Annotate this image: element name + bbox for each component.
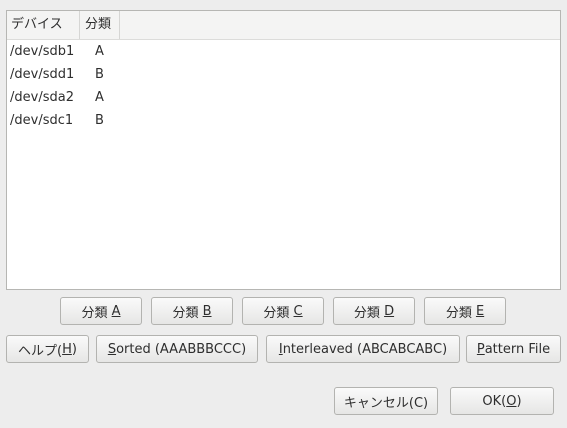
class-e-mnemonic: E (475, 303, 485, 319)
ok-mnemonic: O (506, 393, 517, 409)
row-class: B (95, 113, 104, 128)
row-device: /dev/sda2 (10, 90, 74, 105)
class-b-button[interactable]: 分類 B (151, 297, 233, 325)
row-device: /dev/sdb1 (10, 44, 75, 59)
header-filler (120, 11, 560, 39)
cancel-label: キャンセル(C) (343, 395, 429, 411)
class-c-label: 分類 (263, 305, 294, 321)
row-class: A (95, 44, 104, 59)
class-a-button[interactable]: 分類 A (60, 297, 142, 325)
pattern-file-button[interactable]: Pattern File (466, 335, 561, 363)
class-b-label: 分類 (172, 305, 203, 321)
column-header-class[interactable]: 分類 (80, 11, 120, 39)
device-list[interactable]: デバイス 分類 /dev/sdb1 A /dev/sdd1 B /dev/sda… (6, 10, 561, 290)
ok-post: ) (516, 393, 522, 409)
help-mnemonic: H (62, 341, 72, 357)
row-device: /dev/sdc1 (10, 113, 74, 128)
class-d-mnemonic: D (384, 303, 395, 319)
class-d-label: 分類 (353, 305, 385, 321)
list-row[interactable]: /dev/sda2 A (7, 86, 560, 109)
column-header-device[interactable]: デバイス (7, 11, 80, 39)
class-d-button[interactable]: 分類 D (333, 297, 415, 325)
class-b-mnemonic: B (202, 303, 212, 319)
list-rows: /dev/sdb1 A /dev/sdd1 B /dev/sda2 A /dev… (7, 40, 560, 132)
class-a-label: 分類 (81, 305, 112, 321)
interleaved-button[interactable]: Interleaved (ABCABCABC) (266, 335, 460, 363)
row-device: /dev/sdd1 (10, 67, 75, 82)
cancel-button[interactable]: キャンセル(C) (334, 387, 438, 415)
list-row[interactable]: /dev/sdd1 B (7, 63, 560, 86)
help-button[interactable]: ヘルプ(H) (6, 335, 89, 363)
pattern-mnemonic: P (476, 341, 485, 357)
sorted-button[interactable]: Sorted (AAABBBCCC) (96, 335, 258, 363)
class-a-mnemonic: A (111, 303, 121, 319)
ok-pre: OK( (482, 393, 507, 409)
interleaved-post: nterleaved (ABCABCABC) (282, 341, 448, 357)
class-c-mnemonic: C (293, 303, 303, 319)
class-e-label: 分類 (445, 305, 476, 321)
ok-button[interactable]: OK(O) (450, 387, 554, 415)
row-class: B (95, 67, 104, 82)
help-post: ) (71, 341, 77, 357)
row-class: A (95, 90, 104, 105)
class-c-button[interactable]: 分類 C (242, 297, 324, 325)
list-header: デバイス 分類 (7, 11, 560, 40)
list-row[interactable]: /dev/sdc1 B (7, 109, 560, 132)
class-e-button[interactable]: 分類 E (424, 297, 506, 325)
sorted-mnemonic: S (107, 341, 117, 357)
pattern-post: attern File (484, 341, 551, 357)
sorted-post: orted (AAABBBCCC) (116, 341, 247, 357)
help-pre: ヘルプ( (18, 343, 63, 359)
list-row[interactable]: /dev/sdb1 A (7, 40, 560, 63)
